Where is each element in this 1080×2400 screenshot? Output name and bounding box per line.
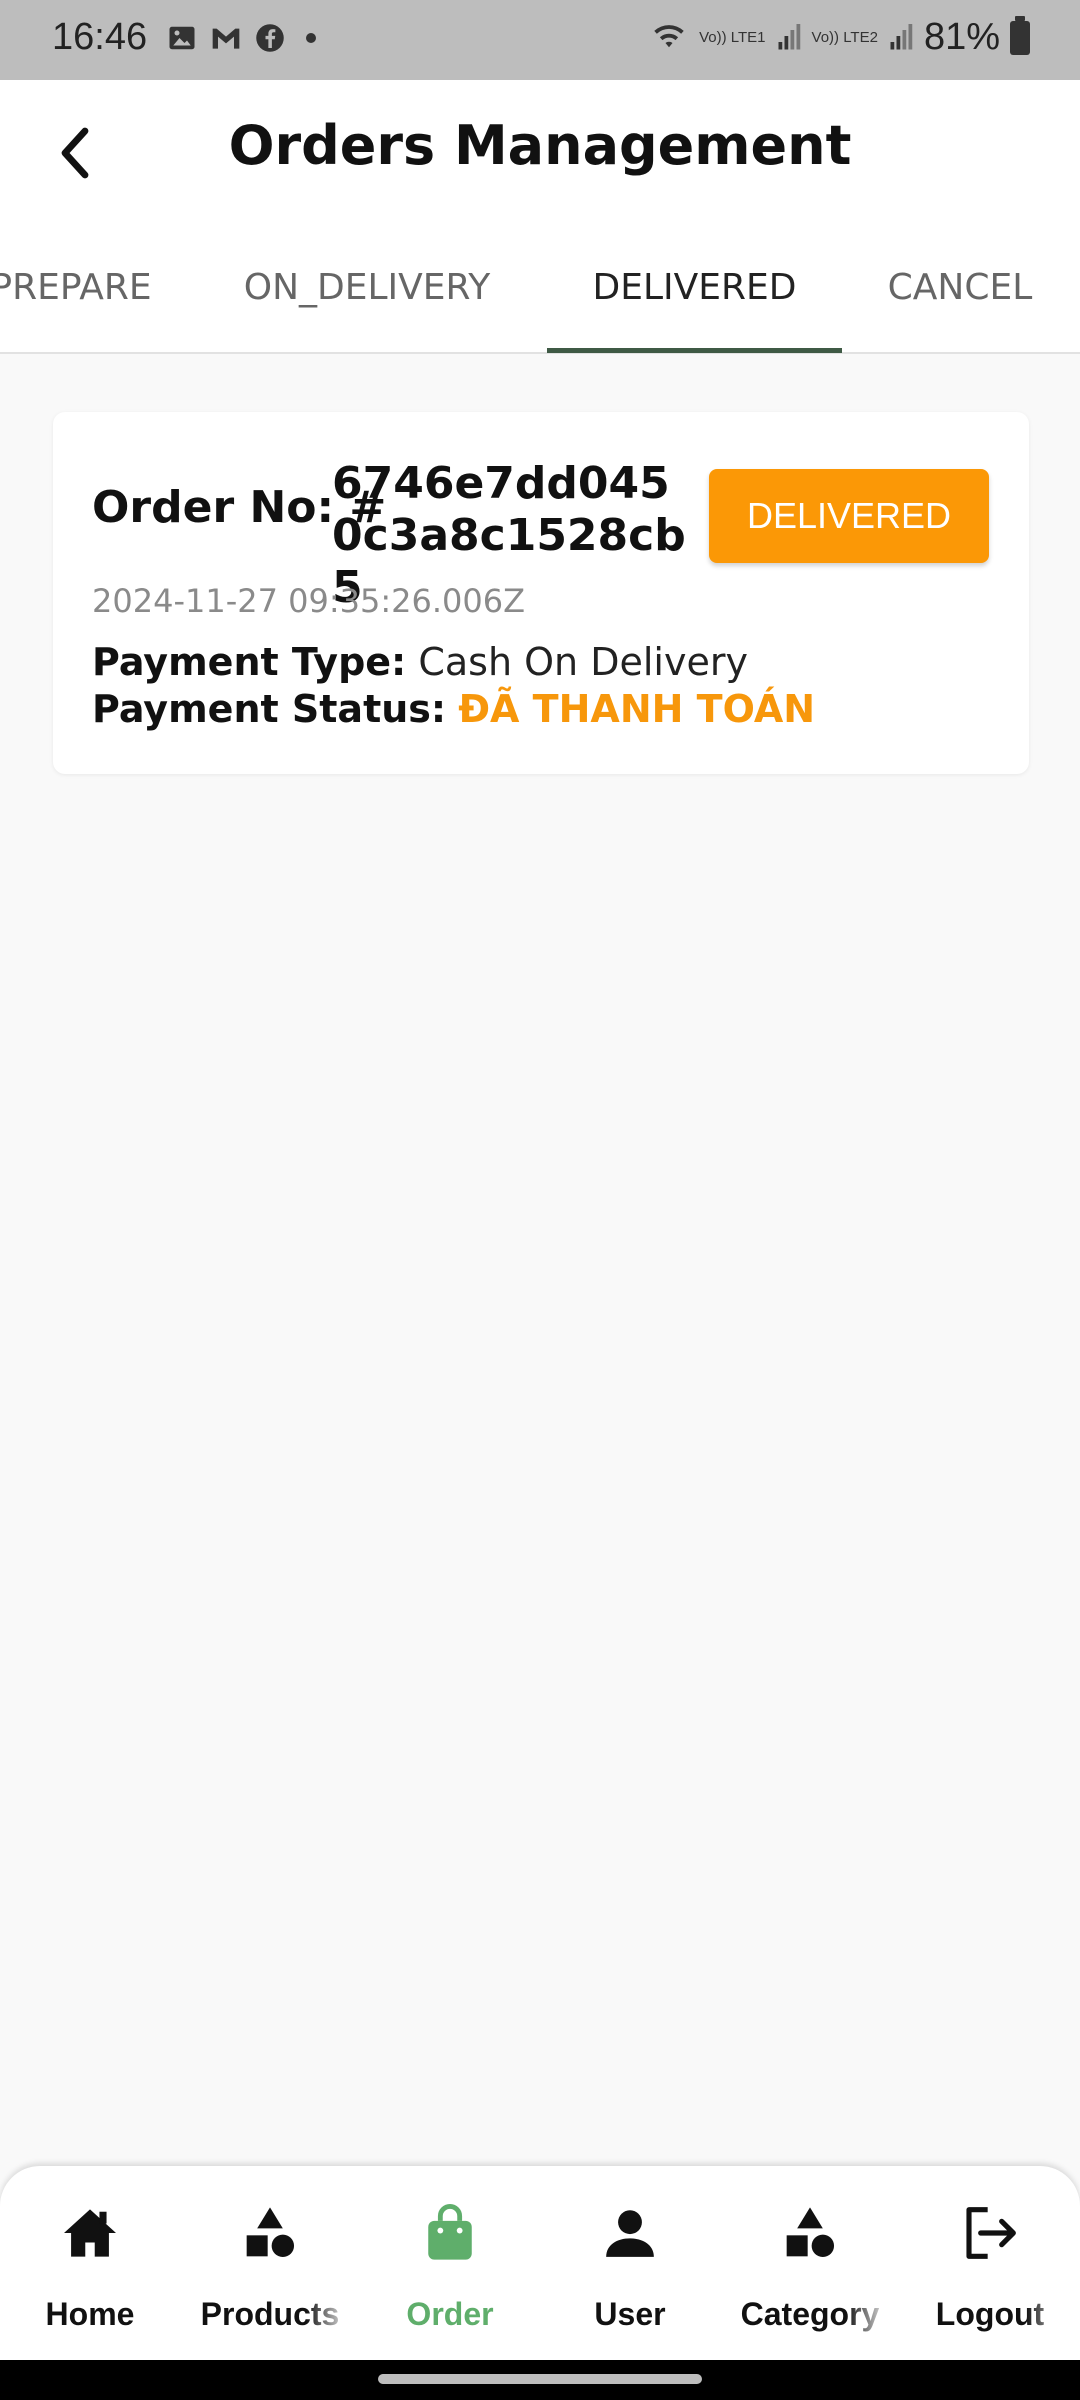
payment-type-label: Payment Type: (92, 640, 407, 684)
nav-label: Products (200, 2296, 340, 2332)
nav-logout[interactable]: Logout (900, 2202, 1080, 2352)
status-time: 16:46 (52, 16, 148, 58)
active-tab-indicator (547, 348, 842, 353)
payment-type-row: Payment Type: Cash On Delivery (92, 640, 748, 684)
person-icon (540, 2202, 720, 2264)
home-gesture-handle[interactable] (378, 2374, 702, 2384)
nav-user[interactable]: User (540, 2202, 720, 2352)
sim2-label: Vo)) LTE2 (811, 29, 878, 46)
nav-label: Order (406, 2296, 494, 2332)
order-card[interactable]: Order No: # 6746e7dd0450c3a8c1528cb5 DEL… (53, 412, 1029, 774)
nav-order[interactable]: Order (360, 2202, 540, 2352)
app-header: Orders Management (0, 80, 1080, 220)
gmail-icon (210, 22, 242, 54)
tab-on-delivery[interactable]: ON_DELIVERY (222, 220, 512, 354)
order-status-button[interactable]: DELIVERED (709, 469, 989, 563)
system-indicators: Vo)) LTE1 Vo)) LTE2 81% (649, 15, 1030, 59)
order-date: 2024-11-27 09:35:26.006Z (92, 582, 526, 620)
order-status-tabs: PREPARE ON_DELIVERY DELIVERED CANCEL (0, 220, 1080, 354)
nav-label: Logout (935, 2296, 1045, 2332)
nav-label: User (594, 2296, 666, 2332)
sim1-label: Vo)) LTE1 (699, 29, 766, 46)
tab-cancel[interactable]: CANCEL (870, 220, 1050, 354)
shopping-bag-icon (360, 2202, 540, 2264)
nav-products[interactable]: Products (180, 2202, 360, 2352)
wifi-icon (649, 20, 689, 56)
battery-icon (1010, 15, 1030, 55)
facebook-icon (254, 22, 286, 54)
logout-icon (900, 2202, 1080, 2264)
signal-icon (776, 21, 802, 55)
home-icon (0, 2202, 180, 2264)
gallery-icon (166, 22, 198, 54)
shapes-icon (720, 2202, 900, 2264)
status-bar: 16:46 Vo)) LTE1 Vo)) LTE2 81% (0, 0, 1080, 80)
battery-percent: 81% (923, 16, 1000, 58)
tab-prepare[interactable]: PREPARE (0, 220, 156, 354)
more-notifications-dot (306, 33, 316, 43)
page-title: Orders Management (228, 114, 852, 177)
shapes-icon (180, 2202, 360, 2264)
payment-status-row: Payment Status: ĐÃ THANH TOÁN (92, 687, 815, 731)
tab-delivered[interactable]: DELIVERED (547, 220, 842, 354)
payment-type-value: Cash On Delivery (418, 640, 748, 684)
notification-icons (166, 22, 316, 54)
nav-home[interactable]: Home (0, 2202, 180, 2352)
nav-label: Home (45, 2296, 135, 2332)
payment-status-label: Payment Status: (92, 687, 447, 731)
nav-category[interactable]: Category (720, 2202, 900, 2352)
payment-status-value: ĐÃ THANH TOÁN (458, 687, 816, 731)
nav-label: Category (740, 2296, 880, 2332)
signal-icon (888, 21, 914, 55)
bottom-navigation: Home Products Order User Category Logout (0, 2166, 1080, 2362)
